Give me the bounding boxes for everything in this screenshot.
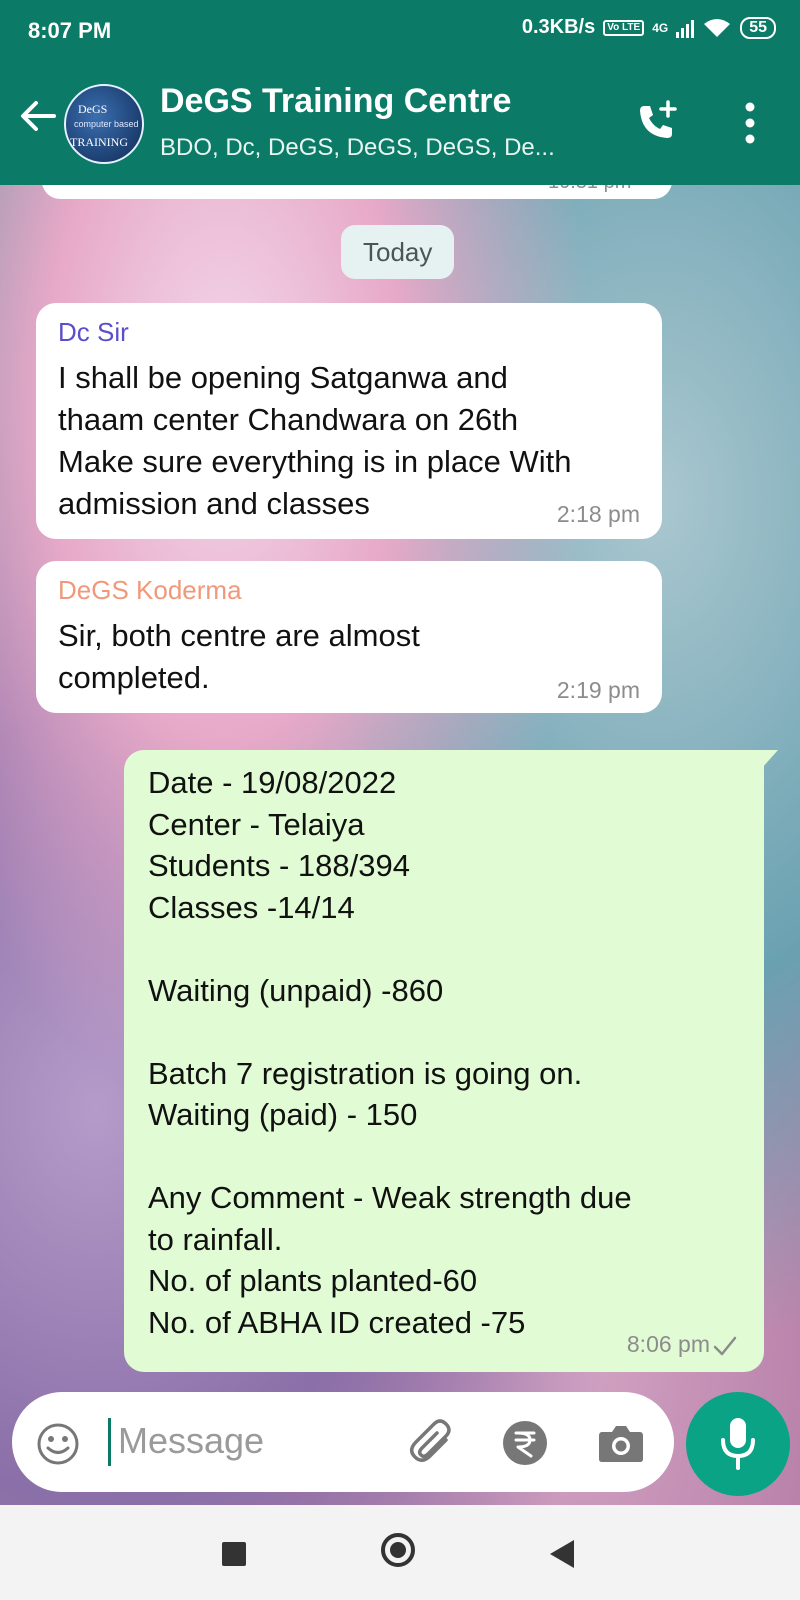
chat-area[interactable]: 10:31 pm Today Dc Sir I shall be opening…	[0, 185, 800, 1505]
status-bar: 8:07 PM 0.3KB/s Vo LTE 4G 55	[0, 0, 800, 62]
system-nav-bar	[0, 1505, 800, 1600]
recent-apps-icon[interactable]	[222, 1542, 246, 1566]
message-text: Date - 19/08/2022 Center - Telaiya Stude…	[148, 765, 632, 1340]
chat-participants[interactable]: BDO, Dc, DeGS, DeGS, DeGS, De...	[160, 134, 555, 162]
signal-icon	[676, 18, 695, 38]
home-icon[interactable]	[381, 1533, 415, 1567]
message-text: Sir, both centre are almost completed.	[58, 618, 420, 695]
more-vert-icon[interactable]	[740, 100, 760, 146]
attach-icon[interactable]	[408, 1418, 458, 1468]
message-bubble-outgoing[interactable]: Date - 19/08/2022 Center - Telaiya Stude…	[124, 750, 778, 1372]
camera-icon[interactable]	[598, 1422, 644, 1464]
chat-title[interactable]: DeGS Training Centre	[160, 82, 511, 121]
avatar-text-1: DeGS	[78, 102, 108, 116]
text-caret	[108, 1418, 111, 1466]
message-text: I shall be opening Satganwa and thaam ce…	[58, 360, 572, 521]
double-check-icon	[713, 1336, 737, 1356]
net-speed: 0.3KB/s	[521, 16, 596, 38]
message-time: 8:06 pm	[626, 1331, 710, 1357]
network-label: 4G	[652, 20, 669, 35]
message-input[interactable]	[112, 1410, 404, 1472]
message-sender[interactable]: Dc Sir	[58, 317, 129, 348]
previous-message-time: 10:31 pm	[548, 185, 631, 194]
message-time: 2:18 pm	[556, 501, 640, 527]
message-bubble-incoming[interactable]: Dc Sir I shall be opening Satganwa and t…	[36, 303, 662, 539]
message-bubble-incoming[interactable]: DeGS Koderma Sir, both centre are almost…	[36, 561, 662, 713]
chat-toolbar: DeGS computer based TRAINING DeGS Traini…	[0, 72, 800, 182]
date-chip: Today	[341, 225, 455, 279]
mic-button[interactable]	[686, 1392, 790, 1496]
avatar-text-2: computer based	[74, 119, 139, 129]
bubble-tail	[762, 750, 778, 768]
wifi-icon	[704, 18, 731, 37]
message-sender[interactable]: DeGS Koderma	[58, 575, 242, 606]
volte-icon: Vo LTE	[603, 19, 645, 36]
composer	[12, 1392, 674, 1492]
add-call-icon[interactable]	[632, 98, 680, 146]
emoji-icon[interactable]	[36, 1422, 80, 1466]
message-time: 2:19 pm	[556, 677, 640, 703]
status-right: 0.3KB/s Vo LTE 4G 55	[522, 16, 776, 39]
back-arrow-icon[interactable]	[18, 96, 58, 136]
avatar-text-3: TRAINING	[70, 135, 128, 149]
rupee-icon[interactable]	[502, 1420, 548, 1466]
back-triangle-icon[interactable]	[550, 1540, 574, 1568]
mic-icon	[721, 1418, 755, 1470]
group-avatar[interactable]: DeGS computer based TRAINING	[64, 84, 144, 164]
app-header: 8:07 PM 0.3KB/s Vo LTE 4G 55 DeGS comput…	[0, 0, 800, 185]
status-time: 8:07 PM	[28, 18, 112, 43]
battery-icon: 55	[740, 16, 776, 39]
